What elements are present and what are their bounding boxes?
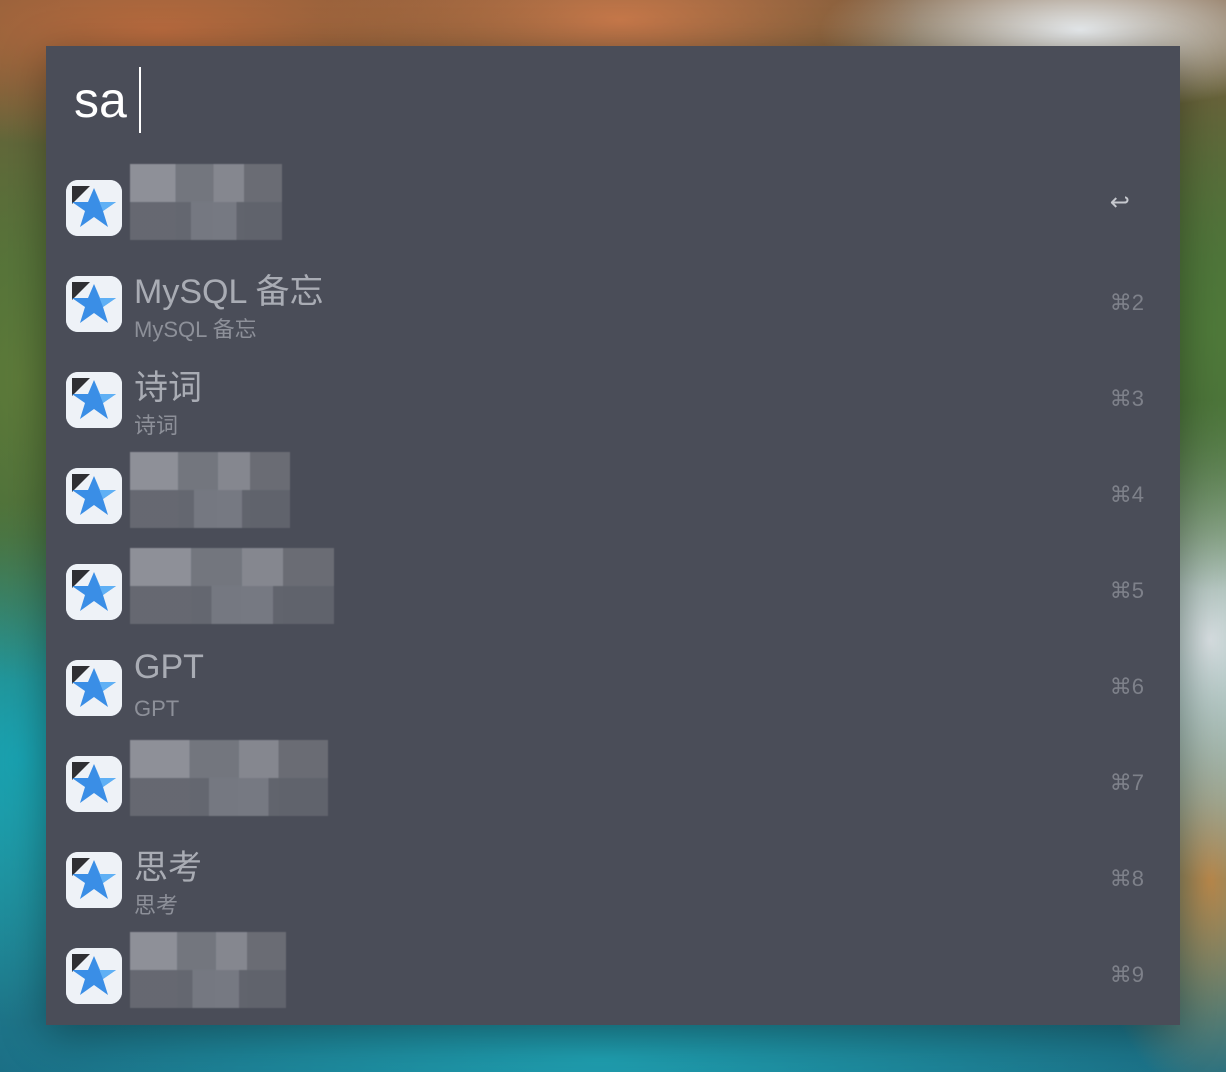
result-subtitle: 思考 bbox=[134, 893, 179, 918]
shortcut-label: ⌘9 bbox=[1109, 962, 1144, 987]
result-subtitle: GPT bbox=[134, 696, 180, 721]
shortcut-label: ⌘3 bbox=[1109, 386, 1144, 411]
result-title: 诗词 bbox=[134, 369, 202, 407]
launcher-panel: sa ↩ MySQL 备忘 MySQL 备忘 ⌘2 诗词 诗词 ⌘3 ⌘4 ⌘5… bbox=[46, 46, 1180, 1025]
result-row-4[interactable]: ⌘4 bbox=[46, 448, 1180, 544]
result-subtitle: 诗词 bbox=[134, 413, 179, 438]
redacted-content bbox=[130, 932, 286, 1008]
notes-app-icon bbox=[66, 564, 122, 620]
shortcut-label: ⌘2 bbox=[1109, 290, 1144, 315]
result-row-6[interactable]: GPT GPT ⌘6 bbox=[46, 640, 1180, 736]
result-row-9[interactable]: ⌘9 bbox=[46, 928, 1180, 1024]
result-row-8[interactable]: 思考 思考 ⌘8 bbox=[46, 832, 1180, 928]
result-row-5[interactable]: ⌘5 bbox=[46, 544, 1180, 640]
search-query[interactable]: sa bbox=[74, 75, 127, 125]
redacted-content bbox=[130, 452, 290, 528]
shortcut-label: ⌘7 bbox=[1109, 770, 1144, 795]
results-list: ↩ MySQL 备忘 MySQL 备忘 ⌘2 诗词 诗词 ⌘3 ⌘4 ⌘5 GP… bbox=[46, 160, 1180, 1024]
notes-app-icon bbox=[66, 372, 122, 428]
return-key-icon: ↩ bbox=[1109, 188, 1130, 216]
result-title: 思考 bbox=[134, 849, 202, 887]
notes-app-icon bbox=[66, 180, 122, 236]
notes-app-icon bbox=[66, 660, 122, 716]
shortcut-label: ⌘6 bbox=[1109, 674, 1144, 699]
result-row-7[interactable]: ⌘7 bbox=[46, 736, 1180, 832]
notes-app-icon bbox=[66, 756, 122, 812]
result-row-1[interactable]: ↩ bbox=[46, 160, 1180, 256]
notes-app-icon bbox=[66, 852, 122, 908]
redacted-content bbox=[130, 740, 328, 816]
redacted-content bbox=[130, 164, 282, 240]
result-title: GPT bbox=[134, 648, 204, 686]
shortcut-label: ⌘4 bbox=[1109, 482, 1144, 507]
shortcut-label: ⌘5 bbox=[1109, 578, 1144, 603]
result-subtitle: MySQL 备忘 bbox=[134, 317, 257, 342]
notes-app-icon bbox=[66, 276, 122, 332]
search-bar[interactable]: sa bbox=[74, 67, 1152, 133]
notes-app-icon bbox=[66, 948, 122, 1004]
result-row-3[interactable]: 诗词 诗词 ⌘3 bbox=[46, 352, 1180, 448]
result-row-2[interactable]: MySQL 备忘 MySQL 备忘 ⌘2 bbox=[46, 256, 1180, 352]
shortcut-label: ⌘8 bbox=[1109, 866, 1144, 891]
notes-app-icon bbox=[66, 468, 122, 524]
text-caret bbox=[138, 67, 141, 133]
redacted-content bbox=[130, 548, 334, 624]
result-title: MySQL 备忘 bbox=[134, 273, 324, 311]
